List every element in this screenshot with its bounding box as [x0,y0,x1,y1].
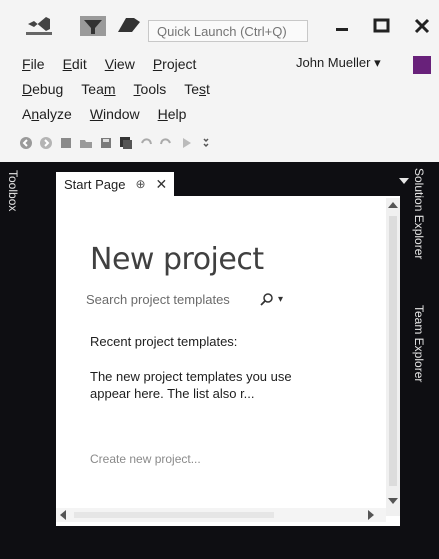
quick-launch-input[interactable] [148,20,308,42]
search-icon[interactable] [260,292,274,306]
new-project-icon[interactable] [58,135,74,151]
menu-view[interactable]: View [105,56,135,72]
menu-edit[interactable]: Edit [63,56,87,72]
recent-templates-label: Recent project templates: [90,334,238,349]
scroll-down-icon[interactable] [388,498,398,504]
chevron-down-icon[interactable]: ▾ [278,294,283,305]
search-input[interactable] [86,291,256,307]
tab-start-page[interactable]: Start Page ⊕ ✕ [56,172,174,196]
menu-debug[interactable]: Debug [22,81,63,97]
document-dropdown-icon[interactable] [399,178,409,184]
scroll-right-icon[interactable] [368,510,374,520]
menu-team[interactable]: Team [81,81,115,97]
scroll-thumb-horizontal[interactable] [74,512,274,518]
save-icon[interactable] [98,135,114,151]
undo-icon[interactable] [138,135,154,151]
scroll-left-icon[interactable] [60,510,66,520]
title-bar [0,0,439,46]
solution-explorer-tab[interactable]: Solution Explorer [412,168,426,259]
visual-studio-logo-icon [26,17,52,35]
create-new-project-link[interactable]: Create new project... [90,452,201,466]
start-debug-icon[interactable] [178,135,194,151]
menu-window[interactable]: Window [90,106,140,122]
template-search: ▾ [86,286,286,312]
filter-icon[interactable] [78,12,108,40]
menu-file[interactable]: File [22,56,45,72]
menu-bar-row-1: File Edit View Project [22,54,214,74]
pin-icon[interactable]: ⊕ [135,177,145,191]
tab-label: Start Page [64,176,126,192]
horizontal-scrollbar[interactable] [56,508,386,522]
save-all-icon[interactable] [118,135,134,151]
window-chrome: File Edit View Project John Mueller ▾ De… [0,0,439,162]
maximize-icon[interactable] [370,14,394,38]
back-icon[interactable] [18,135,34,151]
user-account[interactable]: John Mueller ▾ [296,55,381,71]
page-title: New project [90,242,264,277]
close-tab-icon[interactable]: ✕ [156,176,168,193]
forward-icon[interactable] [38,135,54,151]
menu-bar-row-2: Debug Team Tools Test [22,79,228,99]
menu-test[interactable]: Test [184,81,210,97]
recent-templates-description: The new project templates you use appear… [90,369,292,401]
standard-toolbar [18,132,398,154]
scroll-up-icon[interactable] [388,202,398,208]
chevron-down-icon: ▾ [374,55,381,70]
feedback-icon[interactable] [114,12,144,40]
close-icon[interactable] [410,14,434,38]
toolbar-options-icon[interactable] [198,135,214,151]
toolbox-tab[interactable]: Toolbox [6,170,20,211]
vertical-scrollbar[interactable] [386,198,400,516]
scroll-thumb[interactable] [389,216,397,486]
menu-project[interactable]: Project [153,56,197,72]
redo-icon[interactable] [158,135,174,151]
menu-analyze[interactable]: Analyze [22,106,72,122]
menu-bar-row-3: Analyze Window Help [22,104,204,124]
start-page: New project ▾ Recent project templates: … [56,198,400,526]
menu-help[interactable]: Help [158,106,187,122]
open-icon[interactable] [78,135,94,151]
user-name-label: John Mueller [296,55,371,70]
avatar[interactable] [413,56,431,74]
minimize-icon[interactable] [330,14,354,38]
menu-tools[interactable]: Tools [134,81,167,97]
team-explorer-tab[interactable]: Team Explorer [412,305,426,382]
